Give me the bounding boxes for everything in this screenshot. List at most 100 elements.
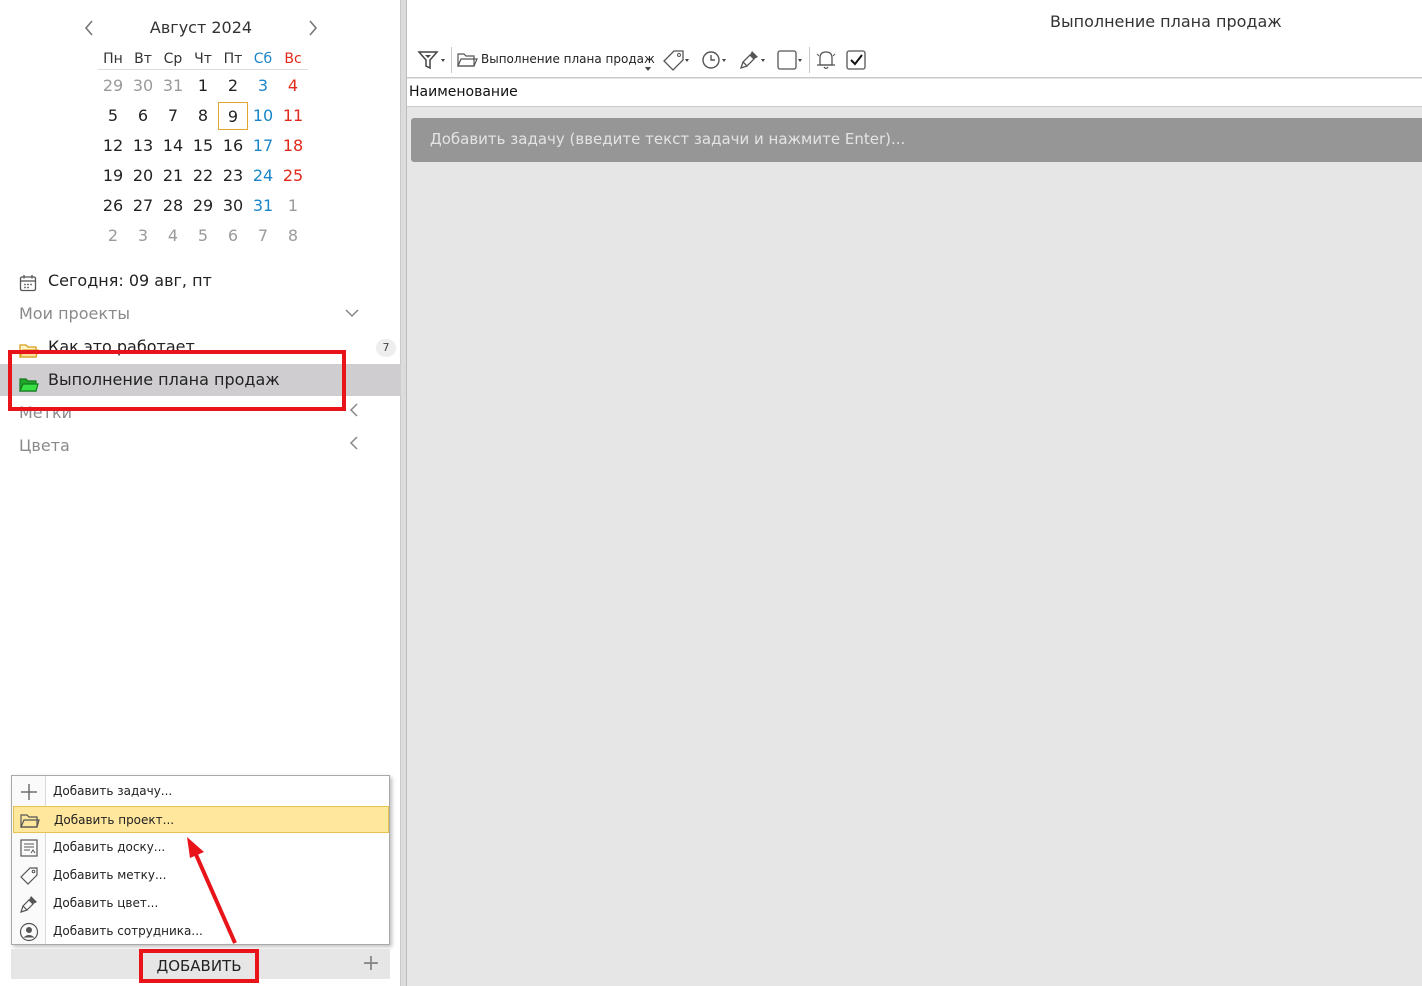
dropdown-arrow-icon	[645, 56, 651, 75]
project-selector-label: Выполнение плана продаж	[481, 52, 655, 66]
calendar-day[interactable]: 17	[248, 132, 278, 160]
project-item-how-it-works[interactable]: Как это работает 7	[0, 332, 401, 362]
add-task-placeholder: Добавить задачу (введите текст задачи и …	[430, 130, 906, 148]
add-task-input[interactable]: Добавить задачу (введите текст задачи и …	[411, 118, 1422, 162]
calendar-day[interactable]: 25	[278, 162, 308, 190]
calendar-day[interactable]: 28	[158, 192, 188, 220]
calendar-day[interactable]: 18	[278, 132, 308, 160]
add-button[interactable]: ДОБАВИТЬ	[143, 953, 255, 979]
calendar-day[interactable]: 2	[218, 72, 248, 100]
weekday-label: Вт	[134, 51, 152, 67]
weekday-divider	[98, 69, 308, 70]
today-row[interactable]: Сегодня: 09 авг, пт	[0, 266, 401, 296]
calendar-day[interactable]: 6	[218, 222, 248, 250]
calendar-day[interactable]: 24	[248, 162, 278, 190]
calendar-icon	[19, 272, 37, 292]
menu-item-add-project[interactable]: Добавить проект...	[13, 806, 389, 833]
calendar-day[interactable]: 7	[248, 222, 278, 250]
brush-icon[interactable]	[738, 46, 768, 74]
calendar-day[interactable]: 10	[248, 102, 278, 130]
calendar-day[interactable]: 3	[128, 222, 158, 250]
tag-icon	[19, 866, 39, 886]
calendar-day[interactable]: 8	[188, 102, 218, 130]
calendar-day[interactable]: 4	[158, 222, 188, 250]
clock-icon[interactable]	[699, 46, 729, 74]
chevron-left-icon[interactable]	[78, 16, 100, 40]
calendar-day[interactable]: 30	[218, 192, 248, 220]
calendar-day-today[interactable]: 9	[218, 102, 248, 130]
calendar-day[interactable]: 27	[128, 192, 158, 220]
menu-item-label: Добавить метку...	[53, 868, 167, 882]
section-label: Метки	[19, 403, 73, 422]
calendar-day[interactable]: 19	[98, 162, 128, 190]
menu-item-add-task[interactable]: Добавить задачу...	[13, 778, 389, 805]
calendar-day[interactable]: 3	[248, 72, 278, 100]
calendar-day[interactable]: 1	[278, 192, 308, 220]
calendar-day[interactable]: 1	[188, 72, 218, 100]
calendar-month-title[interactable]: Август 2024	[131, 16, 271, 40]
chevron-right-icon[interactable]	[302, 16, 324, 40]
project-selector[interactable]: Выполнение плана продаж	[457, 46, 657, 74]
calendar-day[interactable]: 23	[218, 162, 248, 190]
weekday-label: Пт	[223, 51, 243, 67]
folder-icon	[457, 52, 479, 72]
checkbox-filter-icon[interactable]	[775, 46, 805, 74]
calendar-day[interactable]: 21	[158, 162, 188, 190]
bell-icon[interactable]	[814, 46, 838, 74]
menu-item-label: Добавить доску...	[53, 840, 166, 854]
calendar-day[interactable]: 16	[218, 132, 248, 160]
calendar-day[interactable]: 30	[128, 72, 158, 100]
menu-item-label: Добавить проект...	[54, 813, 175, 827]
chevron-down-icon[interactable]	[345, 299, 359, 329]
calendar-day[interactable]: 20	[128, 162, 158, 190]
calendar-day[interactable]: 12	[98, 132, 128, 160]
calendar-header: Август 2024	[0, 16, 401, 40]
today-label: Сегодня: 09 авг, пт	[48, 271, 212, 290]
calendar-day[interactable]: 31	[158, 72, 188, 100]
calendar-day[interactable]: 29	[188, 192, 218, 220]
chevron-left-icon[interactable]	[349, 431, 359, 461]
calendar-day[interactable]: 7	[158, 102, 188, 130]
chevron-left-icon[interactable]	[349, 398, 359, 428]
calendar-day[interactable]: 6	[128, 102, 158, 130]
task-count-badge: 7	[376, 339, 396, 357]
calendar-day[interactable]: 15	[188, 132, 218, 160]
weekday-label: Ср	[163, 51, 183, 67]
calendar-day[interactable]: 4	[278, 72, 308, 100]
weekday-label: Вс	[284, 51, 302, 67]
calendar-day[interactable]: 22	[188, 162, 218, 190]
project-item-sales-plan[interactable]: Выполнение плана продаж	[0, 364, 401, 396]
section-tags[interactable]: Метки	[0, 398, 401, 428]
calendar-day[interactable]: 31	[248, 192, 278, 220]
calendar-day[interactable]: 11	[278, 102, 308, 130]
annotation-arrow	[187, 837, 237, 944]
toolbar-separator	[809, 47, 810, 73]
calendar-day[interactable]: 5	[188, 222, 218, 250]
menu-item-label: Добавить задачу...	[53, 784, 173, 798]
plus-icon[interactable]: +	[360, 951, 382, 977]
column-header-row: Наименование	[407, 79, 1422, 107]
tag-filter-icon[interactable]	[662, 46, 692, 74]
calendar-day[interactable]: 5	[98, 102, 128, 130]
calendar-day[interactable]: 14	[158, 132, 188, 160]
project-label: Как это работает	[48, 337, 195, 356]
brush-icon	[19, 894, 39, 914]
project-label: Выполнение плана продаж	[48, 370, 280, 389]
calendar-day[interactable]: 8	[278, 222, 308, 250]
calendar-day[interactable]: 29	[98, 72, 128, 100]
board-icon	[19, 838, 39, 858]
user-icon	[19, 922, 39, 942]
calendar-day[interactable]: 2	[98, 222, 128, 250]
toolbar-separator	[451, 47, 452, 73]
column-header-name[interactable]: Наименование	[409, 84, 518, 100]
main-title: Выполнение плана продаж	[1050, 12, 1282, 31]
checkmark-icon[interactable]	[845, 46, 869, 74]
weekday-label: Пн	[103, 51, 123, 67]
weekday-label: Сб	[253, 51, 273, 67]
filter-icon[interactable]	[416, 46, 448, 74]
calendar-day[interactable]: 26	[98, 192, 128, 220]
section-my-projects[interactable]: Мои проекты	[0, 299, 401, 329]
section-colors[interactable]: Цвета	[0, 431, 401, 461]
calendar-day[interactable]: 13	[128, 132, 158, 160]
section-label: Мои проекты	[19, 304, 130, 323]
